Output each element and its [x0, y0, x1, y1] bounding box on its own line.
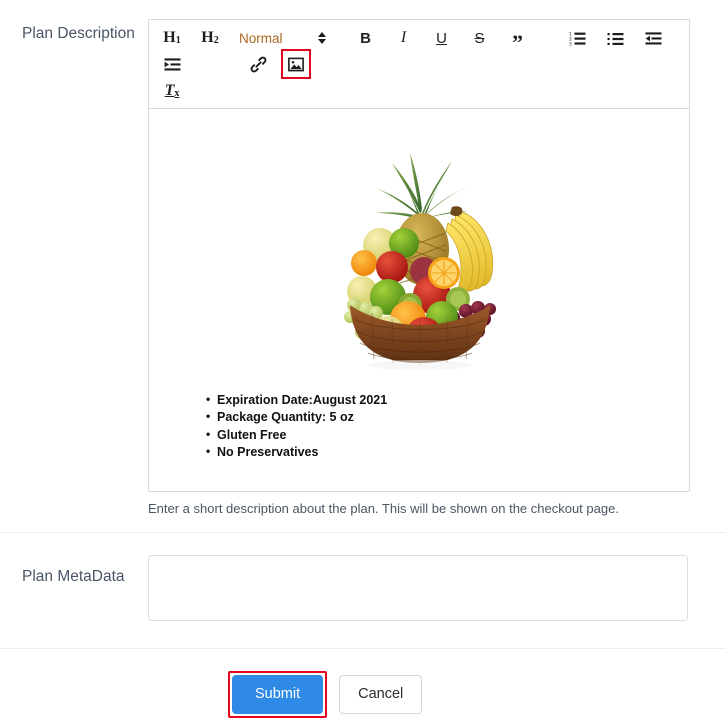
cancel-button[interactable]: Cancel	[339, 675, 423, 714]
plan-metadata-body	[148, 555, 726, 626]
list-item: Expiration Date:August 2021	[206, 391, 673, 409]
plan-description-label: Plan Description	[22, 25, 135, 42]
italic-label: I	[400, 29, 407, 46]
format-picker[interactable]: Normal	[239, 30, 327, 46]
editor-toolbar-row-2: Tx	[159, 78, 683, 104]
clear-formatting-label: T	[164, 82, 175, 99]
submit-button-highlight: Submit	[228, 671, 328, 718]
form-actions: Submit Cancel	[0, 649, 726, 718]
blockquote-button[interactable]: ”	[505, 25, 531, 55]
strikethrough-button[interactable]: S	[467, 25, 493, 51]
plan-description-row: Plan Description H1 H2 Normal B I U S ” …	[0, 0, 726, 532]
rich-text-editor[interactable]: H1 H2 Normal B I U S ” 1 2 3 T x • Expir…	[148, 19, 690, 492]
image-icon	[288, 57, 304, 72]
fruit-basket-illustration	[343, 153, 496, 370]
underline-label: U	[436, 29, 447, 47]
svg-text:3: 3	[569, 41, 572, 46]
bold-button[interactable]: B	[353, 25, 379, 51]
bold-label: B	[360, 29, 371, 47]
plan-metadata-label: Plan MetaData	[22, 568, 125, 585]
orange	[350, 250, 377, 276]
strikethrough-label: S	[474, 29, 485, 47]
list-item: Gluten Free	[206, 426, 673, 444]
plan-metadata-input[interactable]	[148, 555, 688, 621]
orange-half	[427, 257, 460, 289]
editor-bullet-list: Expiration Date:August 2021 Package Quan…	[165, 391, 673, 462]
indent-button[interactable]	[159, 51, 185, 77]
red-apple	[375, 251, 408, 283]
bullet-list-icon	[607, 31, 624, 46]
plan-description-body: H1 H2 Normal B I U S ” 1 2 3 T x • Expir…	[148, 19, 726, 518]
bullet-list-button[interactable]	[603, 25, 629, 51]
indent-icon	[164, 57, 181, 72]
editor-content-area[interactable]: Expiration Date:August 2021 Package Quan…	[149, 109, 689, 491]
outdent-icon	[645, 31, 662, 46]
format-picker-value: Normal	[239, 30, 283, 46]
ordered-list-button[interactable]: 1 2 3	[565, 25, 591, 51]
clear-formatting-sub: x	[174, 87, 180, 99]
submit-button[interactable]: Submit	[232, 675, 324, 714]
underline-button[interactable]: U	[429, 25, 455, 51]
plan-metadata-row: Plan MetaData	[0, 533, 726, 648]
outdent-button[interactable]	[641, 25, 667, 51]
plan-description-help-text: Enter a short description about the plan…	[148, 501, 619, 516]
ordered-list-icon: 1 2 3	[569, 31, 586, 46]
heading-1-button[interactable]: H1	[159, 25, 185, 51]
clear-formatting-button[interactable]: Tx	[159, 78, 185, 104]
list-item: Package Quantity: 5 oz	[206, 408, 673, 426]
chevron-updown-icon	[317, 30, 327, 46]
link-icon	[250, 56, 267, 73]
editor-toolbar: H1 H2 Normal B I U S ” 1 2 3 T x	[149, 20, 689, 109]
heading-2-button[interactable]: H2	[197, 25, 223, 51]
editor-image[interactable]	[165, 123, 673, 378]
image-button[interactable]	[281, 49, 311, 79]
italic-button[interactable]: I	[391, 25, 417, 51]
heading-2-label: H	[201, 29, 214, 46]
list-item: No Preservatives	[206, 443, 673, 461]
heading-2-sub: 2	[213, 34, 219, 46]
heading-1-label: H	[163, 29, 176, 46]
link-button[interactable]	[245, 51, 271, 77]
blockquote-label: ”	[512, 30, 524, 55]
heading-1-sub: 1	[175, 34, 181, 46]
